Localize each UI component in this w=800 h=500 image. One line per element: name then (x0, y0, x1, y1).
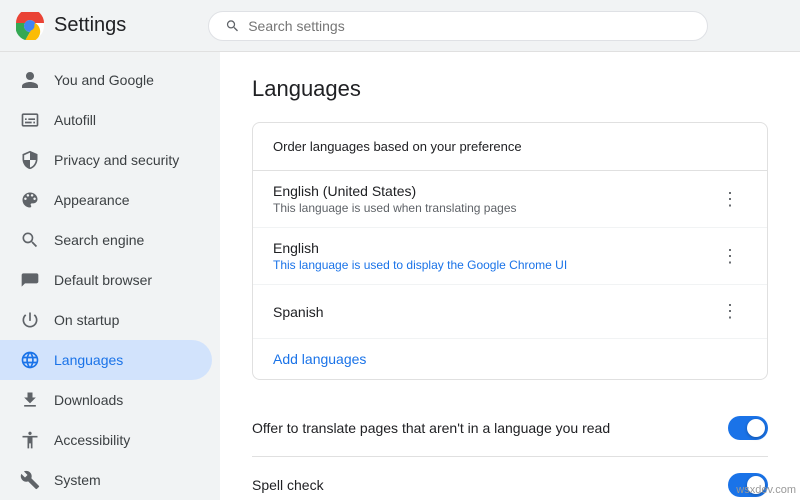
sidebar-item-appearance[interactable]: Appearance (0, 180, 212, 220)
appearance-icon (20, 190, 40, 210)
sidebar-item-you-and-google[interactable]: You and Google (0, 60, 212, 100)
language-menu-english-us[interactable]: ⋮ (713, 185, 747, 214)
search-input[interactable] (248, 18, 691, 34)
language-name-spanish: Spanish (273, 304, 324, 320)
content-area: Languages Order languages based on your … (220, 52, 800, 500)
logo-area: Settings (16, 12, 196, 40)
sidebar-item-default-browser[interactable]: Default browser (0, 260, 212, 300)
sidebar-label-accessibility: Accessibility (54, 432, 130, 448)
sidebar-label-you-and-google: You and Google (54, 72, 154, 88)
browser-icon (20, 270, 40, 290)
sidebar-item-downloads[interactable]: Downloads (0, 380, 212, 420)
language-desc-english: This language is used to display the Goo… (273, 258, 567, 272)
sidebar-label-search-engine: Search engine (54, 232, 144, 248)
sidebar-label-default-browser: Default browser (54, 272, 152, 288)
search-engine-icon (20, 230, 40, 250)
sidebar-item-system[interactable]: System (0, 460, 212, 500)
power-icon (20, 310, 40, 330)
shield-icon (20, 150, 40, 170)
sidebar-label-autofill: Autofill (54, 112, 96, 128)
language-item-english-us: English (United States) This language is… (253, 171, 767, 228)
search-bar[interactable] (208, 11, 708, 41)
offer-to-translate-slider (728, 416, 768, 440)
chrome-logo-icon (16, 12, 44, 40)
offer-to-translate-label: Offer to translate pages that aren't in … (252, 420, 610, 436)
sidebar-label-on-startup: On startup (54, 312, 119, 328)
sidebar-label-languages: Languages (54, 352, 123, 368)
offer-to-translate-row: Offer to translate pages that aren't in … (252, 400, 768, 457)
sidebar-item-accessibility[interactable]: Accessibility (0, 420, 212, 460)
language-menu-spanish[interactable]: ⋮ (713, 297, 747, 326)
page-title: Settings (54, 14, 126, 37)
sidebar-label-system: System (54, 472, 101, 488)
language-desc-english-us: This language is used when translating p… (273, 201, 517, 215)
accessibility-icon (20, 430, 40, 450)
language-item-spanish: Spanish ⋮ (253, 285, 767, 339)
language-menu-english[interactable]: ⋮ (713, 242, 747, 271)
download-icon (20, 390, 40, 410)
sidebar-item-search-engine[interactable]: Search engine (0, 220, 212, 260)
system-icon (20, 470, 40, 490)
offer-to-translate-toggle[interactable] (728, 416, 768, 440)
language-info-english-us: English (United States) This language is… (273, 183, 517, 215)
sidebar-item-privacy-and-security[interactable]: Privacy and security (0, 140, 212, 180)
globe-icon (20, 350, 40, 370)
language-name-english-us: English (United States) (273, 183, 517, 199)
sidebar-label-appearance: Appearance (54, 192, 130, 208)
language-name-english: English (273, 240, 567, 256)
sidebar-label-privacy: Privacy and security (54, 152, 179, 168)
card-header: Order languages based on your preference (253, 123, 767, 171)
language-info-english: English This language is used to display… (273, 240, 567, 272)
sidebar: You and Google Autofill Privacy and secu… (0, 52, 220, 500)
sidebar-item-languages[interactable]: Languages (0, 340, 212, 380)
content-title: Languages (252, 76, 768, 102)
add-languages-row: Add languages (253, 339, 767, 379)
sidebar-label-downloads: Downloads (54, 392, 123, 408)
add-languages-button[interactable]: Add languages (273, 351, 366, 367)
header: Settings (0, 0, 800, 52)
language-info-spanish: Spanish (273, 304, 324, 320)
search-icon (225, 18, 240, 34)
person-icon (20, 70, 40, 90)
spell-check-row: Spell check (252, 457, 768, 500)
spell-check-label: Spell check (252, 477, 324, 493)
watermark: wsxdev.com (736, 484, 796, 496)
language-item-english: English This language is used to display… (253, 228, 767, 285)
autofill-icon (20, 110, 40, 130)
main-layout: You and Google Autofill Privacy and secu… (0, 52, 800, 500)
sidebar-item-autofill[interactable]: Autofill (0, 100, 212, 140)
sidebar-item-on-startup[interactable]: On startup (0, 300, 212, 340)
languages-card: Order languages based on your preference… (252, 122, 768, 380)
